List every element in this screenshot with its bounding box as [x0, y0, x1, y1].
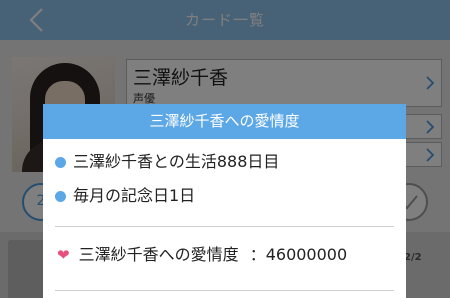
bullet-dot-icon: [55, 191, 66, 202]
bullet-dot-icon: [55, 157, 66, 168]
anniversary-line: 毎月の記念日1日: [55, 182, 195, 210]
days-together-line: 三澤紗千香との生活888日目: [55, 148, 279, 176]
affection-separator: ：: [249, 245, 266, 264]
affection-dialog: 三澤紗千香への愛情度 三澤紗千香との生活888日目 毎月の記念日1日 ❤ 三澤紗千…: [43, 104, 406, 298]
affection-line: ❤ 三澤紗千香への愛情度 ：46000000: [57, 241, 347, 269]
heart-icon: ❤: [57, 246, 70, 264]
divider: [55, 290, 394, 291]
dialog-title: 三澤紗千香への愛情度: [43, 104, 406, 139]
affection-label: 三澤紗千香への愛情度: [78, 245, 239, 264]
anniversary-text: 毎月の記念日1日: [73, 186, 196, 205]
affection-value: 46000000: [265, 245, 348, 264]
divider: [55, 226, 394, 227]
days-together-text: 三澤紗千香との生活888日目: [73, 152, 280, 171]
